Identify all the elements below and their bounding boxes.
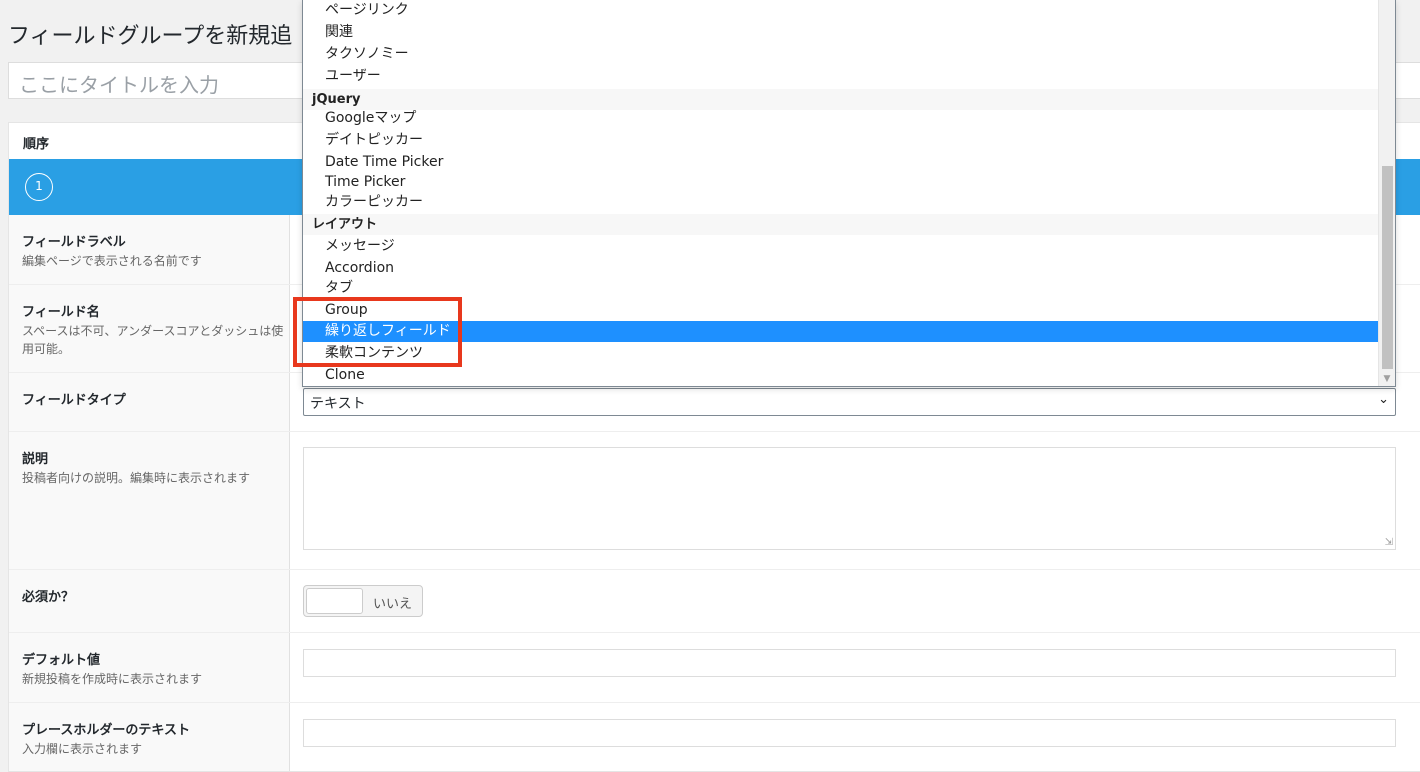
order-number-badge: 1 bbox=[25, 173, 53, 201]
dropdown-option[interactable]: Date Time Picker bbox=[303, 152, 1379, 173]
page-title: フィールドグループを新規追 bbox=[8, 24, 293, 49]
setting-default-value: デフォルト値 新規投稿を作成時に表示されます bbox=[9, 633, 1420, 703]
dropdown-option[interactable]: 柔軟コンテンツ bbox=[303, 343, 1379, 364]
setting-instructions: 説明 投稿者向けの説明。編集時に表示されます ⇲ bbox=[9, 432, 1420, 570]
dropdown-option[interactable]: タブ bbox=[303, 278, 1379, 299]
dropdown-option[interactable]: ページリンク bbox=[303, 0, 1379, 21]
required-toggle-text: いいえ bbox=[373, 597, 413, 612]
field-type-dropdown-list[interactable]: ページリンク 関連 タクソノミー ユーザー jQuery Googleマップ デ… bbox=[302, 0, 1396, 387]
field-type-label: フィールドタイプ bbox=[22, 393, 126, 408]
field-name-label: フィールド名 bbox=[22, 305, 100, 320]
field-name-desc: スペースは不可、アンダースコアとダッシュは使用可能。 bbox=[22, 324, 284, 356]
dropdown-option[interactable]: 関連 bbox=[303, 22, 1379, 43]
dropdown-option[interactable]: Group bbox=[303, 300, 1379, 321]
setting-required: 必須か？ いいえ bbox=[9, 570, 1420, 633]
dropdown-group-label: レイアウト bbox=[303, 214, 1379, 235]
placeholder-desc: 入力欄に表示されます bbox=[22, 742, 143, 756]
field-label-desc: 編集ページで表示される名前です bbox=[22, 254, 202, 268]
dropdown-option-selected[interactable]: 繰り返しフィールド bbox=[303, 321, 1379, 342]
dropdown-option[interactable]: タクソノミー bbox=[303, 44, 1379, 65]
default-value-label: デフォルト値 bbox=[22, 653, 101, 668]
default-value-input[interactable] bbox=[303, 649, 1396, 677]
scroll-down-arrow-icon[interactable]: ▼ bbox=[1379, 374, 1395, 384]
dropdown-option[interactable]: メッセージ bbox=[303, 236, 1379, 257]
chevron-down-icon: ⌄ bbox=[1378, 392, 1389, 407]
dropdown-option[interactable]: Time Picker bbox=[303, 172, 1379, 193]
dropdown-option[interactable]: カラーピッカー bbox=[303, 192, 1379, 213]
resize-grip-icon[interactable]: ⇲ bbox=[1385, 537, 1393, 548]
dropdown-group-label: jQuery bbox=[303, 89, 1379, 110]
toggle-knob bbox=[306, 588, 363, 614]
instructions-label: 説明 bbox=[22, 452, 49, 467]
field-type-value: テキスト bbox=[310, 396, 366, 412]
dropdown-option[interactable]: Googleマップ bbox=[303, 108, 1379, 129]
instructions-textarea[interactable]: ⇲ bbox=[303, 447, 1396, 550]
field-label-label: フィールドラベル bbox=[22, 235, 126, 250]
default-value-desc: 新規投稿を作成時に表示されます bbox=[22, 672, 203, 686]
required-toggle[interactable]: いいえ bbox=[303, 585, 423, 617]
setting-placeholder: プレースホルダーのテキスト 入力欄に表示されます bbox=[9, 703, 1420, 772]
annotation-highlight-box bbox=[293, 297, 462, 367]
placeholder-label: プレースホルダーのテキスト bbox=[22, 723, 190, 738]
placeholder-input[interactable] bbox=[303, 719, 1396, 747]
dropdown-scrollbar[interactable]: ▼ bbox=[1378, 0, 1395, 386]
dropdown-option[interactable]: Accordion bbox=[303, 258, 1379, 279]
scrollbar-thumb[interactable] bbox=[1382, 166, 1393, 369]
dropdown-option[interactable]: Clone bbox=[303, 365, 1379, 386]
instructions-desc: 投稿者向けの説明。編集時に表示されます bbox=[22, 471, 251, 485]
dropdown-option[interactable]: ユーザー bbox=[303, 66, 1379, 87]
required-label: 必須か？ bbox=[22, 590, 75, 605]
field-type-select[interactable]: テキスト ⌄ bbox=[303, 388, 1396, 416]
dropdown-option[interactable]: デイトピッカー bbox=[303, 130, 1379, 151]
